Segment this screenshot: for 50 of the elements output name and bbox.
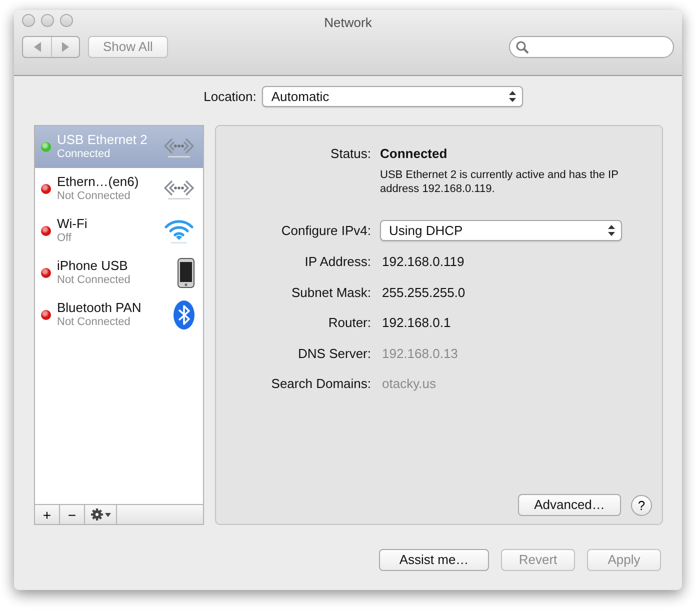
remove-button[interactable]: −	[60, 505, 85, 524]
service-status: Not Connected	[57, 274, 132, 287]
wifi-icon	[163, 218, 195, 244]
field-value: 192.168.0.1	[381, 314, 452, 332]
search-icon	[516, 40, 529, 54]
gear-icon	[90, 508, 112, 521]
service-item[interactable]: Wi-Fi Off	[35, 210, 203, 252]
minimize-button[interactable]	[41, 14, 54, 27]
field-label: Router:	[327, 314, 371, 332]
service-status: Not Connected	[57, 190, 132, 203]
field-value: otacky.us	[381, 375, 437, 394]
zoom-button[interactable]	[60, 14, 73, 27]
left-arrow-icon	[32, 42, 42, 52]
service-name: Wi-Fi	[57, 217, 88, 232]
field-value: 192.168.0.13	[381, 344, 459, 363]
service-name: USB Ethernet 2	[57, 133, 148, 148]
service-name: iPhone USB	[57, 259, 129, 274]
close-button[interactable]	[22, 14, 35, 27]
field-label: DNS Server:	[297, 344, 371, 363]
location-label: Location:	[204, 88, 256, 106]
phone-icon	[177, 258, 195, 288]
bluetooth-icon	[173, 300, 195, 330]
status-description: USB Ethernet 2 is currently active and has the IP address 192.168.0.119.	[380, 168, 620, 196]
configure-ipv4-label: Configure IPv4:	[280, 222, 371, 240]
help-button[interactable]: ?	[631, 494, 652, 516]
service-status: Not Connected	[57, 316, 132, 329]
status-label: Status:	[330, 145, 371, 163]
service-item[interactable]: Ethern…(en6) Not Connected	[35, 168, 203, 210]
service-item[interactable]: Bluetooth PAN Not Connected	[35, 294, 203, 336]
service-item[interactable]: iPhone USB Not Connected	[35, 252, 203, 294]
stepper-arrows-icon	[608, 225, 615, 236]
field-label: IP Address:	[304, 253, 371, 272]
service-name: Bluetooth PAN	[57, 301, 142, 316]
footer-button[interactable]: Assist me…	[379, 549, 489, 571]
service-name: Ethern…(en6)	[57, 175, 140, 190]
add-button[interactable]: +	[35, 505, 60, 524]
advanced-button[interactable]: Advanced…	[518, 494, 621, 516]
field-value: 192.168.0.119	[381, 253, 466, 272]
status-value: Connected	[380, 145, 448, 163]
search-field[interactable]	[509, 36, 674, 58]
location-dropdown[interactable]: Automatic	[262, 86, 524, 107]
field-value: 255.255.255.0	[381, 284, 466, 302]
configure-ipv4-dropdown[interactable]: Using DHCP	[380, 220, 622, 242]
field-label: Search Domains:	[270, 375, 371, 394]
service-status: Off	[57, 232, 72, 245]
field-label: Subnet Mask:	[290, 284, 371, 302]
right-arrow-icon	[61, 42, 70, 52]
window-title: Network	[324, 15, 372, 30]
service-status: Connected	[57, 148, 112, 161]
stepper-arrows-icon	[509, 91, 516, 102]
